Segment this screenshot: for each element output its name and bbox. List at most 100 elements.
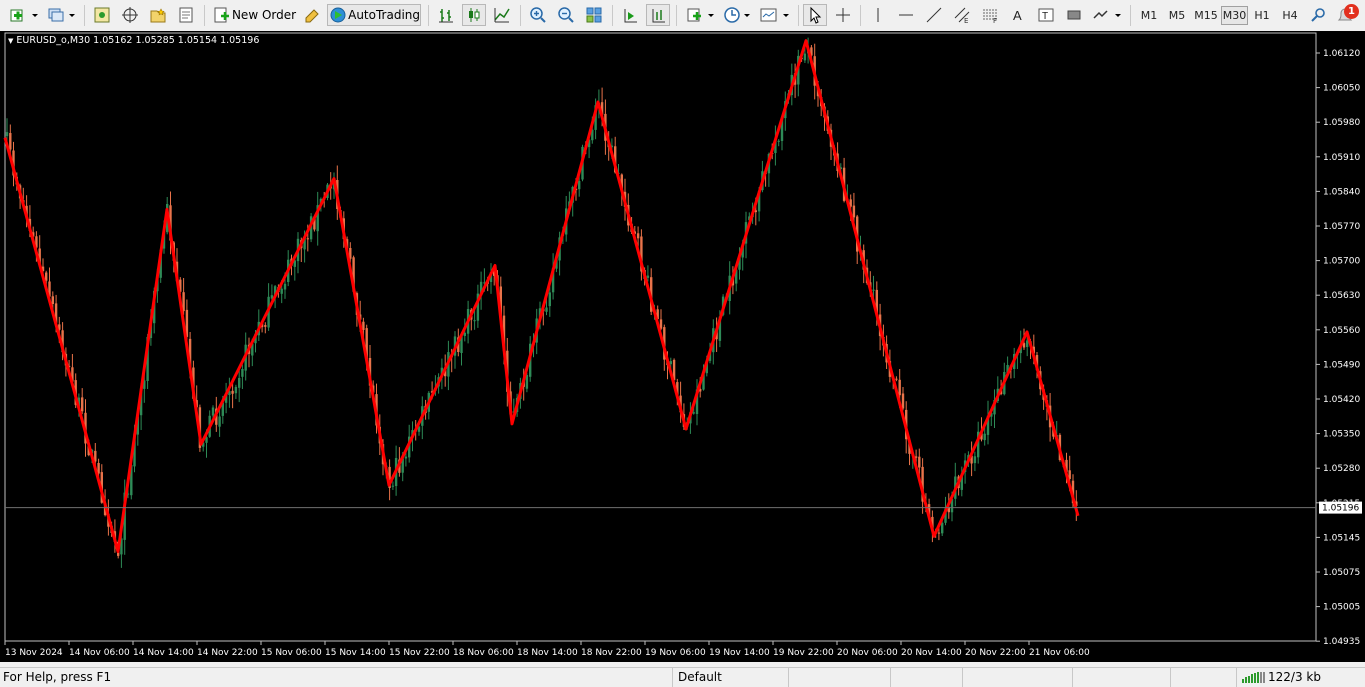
- line-chart-button[interactable]: [490, 4, 514, 26]
- candle-body: [937, 532, 941, 534]
- cursor-button[interactable]: [803, 4, 827, 26]
- timeframe-m5[interactable]: M5: [1164, 6, 1190, 25]
- periods-button[interactable]: [722, 4, 754, 26]
- timeframe-m1[interactable]: M1: [1136, 6, 1162, 25]
- y-axis-label: 1.05840: [1323, 187, 1360, 197]
- vertical-line-button[interactable]: [866, 4, 890, 26]
- y-axis-label: 1.06120: [1323, 49, 1360, 59]
- crosshair-tool-icon: [836, 8, 850, 22]
- tile-windows-button[interactable]: [582, 4, 606, 26]
- folder-star-icon: [150, 8, 166, 23]
- timeframe-h1[interactable]: H1: [1249, 6, 1275, 25]
- new-chart-icon: [10, 9, 38, 22]
- candle-body: [5, 132, 9, 137]
- horizontal-line-icon: [899, 14, 913, 16]
- candle-body: [211, 407, 215, 416]
- chart-shift-icon: [652, 9, 665, 23]
- candle-body: [803, 53, 807, 61]
- equidistant-channel-button[interactable]: E: [950, 4, 974, 26]
- chart-shift-button[interactable]: [646, 4, 670, 26]
- y-axis-label: 1.05075: [1323, 568, 1360, 578]
- candlestick-button[interactable]: [462, 4, 486, 26]
- candle-body: [9, 133, 12, 150]
- status-bar: For Help, press F1 Default 122/3 kb: [0, 667, 1365, 687]
- trendline-button[interactable]: [922, 4, 946, 26]
- data-window-button[interactable]: [146, 4, 170, 26]
- candle-body: [973, 456, 977, 464]
- symbol-info-text: EURUSD_o,M30 1.05162 1.05285 1.05154 1.0…: [16, 35, 260, 46]
- candle-body: [51, 296, 54, 304]
- search-icon: [1311, 8, 1325, 22]
- candle-body: [391, 485, 395, 487]
- meta-editor-button[interactable]: [300, 4, 324, 26]
- y-axis-label: 1.05490: [1323, 360, 1360, 370]
- vertical-line-icon: [877, 8, 879, 22]
- bar-chart-button[interactable]: [434, 4, 458, 26]
- cursor-icon: [810, 6, 822, 24]
- candle-body: [45, 272, 48, 281]
- zoom-out-icon: [558, 7, 574, 23]
- candle-body: [777, 140, 780, 142]
- y-axis-label: 1.05700: [1323, 257, 1360, 267]
- y-axis-label: 1.05280: [1323, 464, 1360, 474]
- collapse-arrow-icon[interactable]: ▼: [8, 37, 13, 45]
- auto-scroll-button[interactable]: [618, 4, 642, 26]
- rectangle-icon: [1067, 10, 1081, 20]
- zoom-in-button[interactable]: [526, 4, 550, 26]
- autotrading-button[interactable]: AutoTrading: [327, 4, 421, 26]
- templates-button[interactable]: [758, 4, 792, 26]
- y-axis-label: 1.05630: [1323, 291, 1360, 301]
- candle-body: [636, 233, 640, 239]
- arrows-button[interactable]: [1090, 4, 1124, 26]
- notification-badge: 1: [1344, 4, 1359, 19]
- svg-text:E: E: [964, 17, 968, 24]
- search-button[interactable]: [1307, 4, 1329, 26]
- candle-body: [578, 181, 581, 190]
- rectangle-button[interactable]: [1062, 4, 1086, 26]
- candle-body: [548, 292, 551, 307]
- templates-icon: [760, 8, 789, 22]
- autotrading-label: AutoTrading: [348, 8, 420, 22]
- autotrading-icon: [330, 7, 346, 23]
- candle-body: [404, 456, 408, 459]
- horizontal-line-button[interactable]: [894, 4, 918, 26]
- timeframe-m15[interactable]: M15: [1192, 6, 1220, 25]
- profile-name: Default: [678, 670, 722, 684]
- x-axis-label: 14 Nov 06:00: [69, 648, 130, 658]
- notifications-button[interactable]: 1: [1334, 4, 1362, 26]
- x-axis-label: 13 Nov 2024: [5, 648, 63, 658]
- candle-body: [918, 456, 921, 468]
- text-label-button[interactable]: T: [1034, 4, 1058, 26]
- new-chart-button[interactable]: [6, 4, 42, 26]
- current-price-tag-label: 1.05196: [1322, 504, 1359, 514]
- candle-body: [941, 522, 944, 534]
- svg-text:F: F: [993, 17, 997, 24]
- indicators-icon: [687, 8, 714, 22]
- y-axis-label: 1.05350: [1323, 430, 1360, 440]
- market-watch-icon: [94, 7, 110, 23]
- fibonacci-button[interactable]: F: [978, 4, 1002, 26]
- market-watch-button[interactable]: [90, 4, 114, 26]
- candle-body: [283, 283, 287, 290]
- text-button[interactable]: A: [1006, 4, 1030, 26]
- terminal-button[interactable]: [174, 4, 198, 26]
- crosshair-button[interactable]: [831, 4, 855, 26]
- bar-chart-icon: [439, 9, 453, 23]
- new-order-label: New Order: [231, 8, 297, 22]
- price-chart[interactable]: 1.06120 1.06050 1.05980 1.05910 1.05840 1.057…: [0, 31, 1365, 662]
- indicators-button[interactable]: [684, 4, 718, 26]
- timeframe-m30[interactable]: M30: [1221, 6, 1248, 25]
- profiles-button[interactable]: [44, 4, 78, 26]
- text-icon: A: [1013, 8, 1022, 23]
- y-axis-label: 1.05770: [1323, 222, 1360, 232]
- x-axis-label: 14 Nov 14:00: [133, 648, 194, 658]
- chart-window[interactable]: 1.06120 1.06050 1.05980 1.05910 1.05840 1.057…: [0, 31, 1365, 662]
- navigator-button[interactable]: [118, 4, 142, 26]
- traffic-info: 122/3 kb: [1268, 670, 1321, 684]
- text-label-icon: T: [1038, 8, 1054, 22]
- timeframe-h4[interactable]: H4: [1277, 6, 1303, 25]
- new-order-button[interactable]: New Order: [210, 4, 298, 26]
- zoom-out-button[interactable]: [554, 4, 578, 26]
- y-axis-label: 1.06050: [1323, 84, 1360, 94]
- auto-scroll-icon: [624, 9, 637, 23]
